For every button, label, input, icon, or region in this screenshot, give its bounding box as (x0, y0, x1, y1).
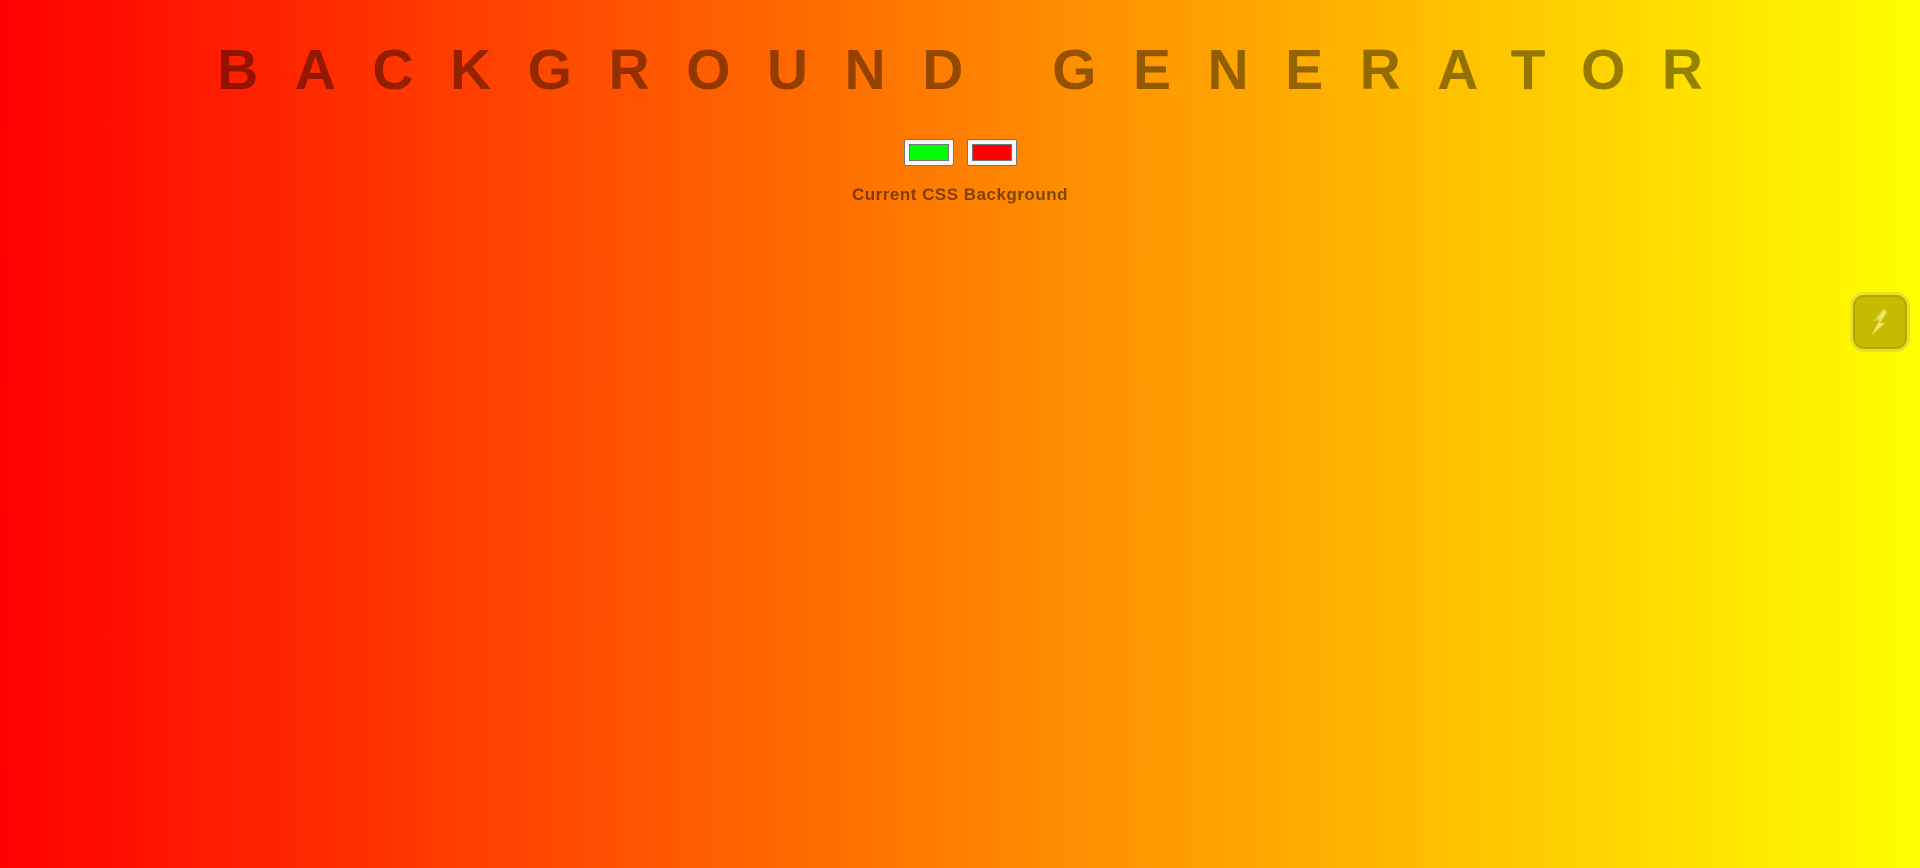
color-swatch-1 (909, 144, 949, 161)
side-widget-button[interactable] (1850, 292, 1910, 352)
page-title: BACKGROUND GENERATOR (217, 38, 1740, 102)
page: BACKGROUND GENERATOR Current CSS Backgro… (0, 0, 1920, 868)
color-picker-1[interactable] (904, 139, 954, 166)
color-swatch-2 (972, 144, 1012, 161)
color-pickers (904, 139, 1017, 166)
current-css-label: Current CSS Background (852, 185, 1068, 204)
lightning-bolt-icon (1872, 308, 1887, 335)
color-picker-2[interactable] (967, 139, 1017, 166)
